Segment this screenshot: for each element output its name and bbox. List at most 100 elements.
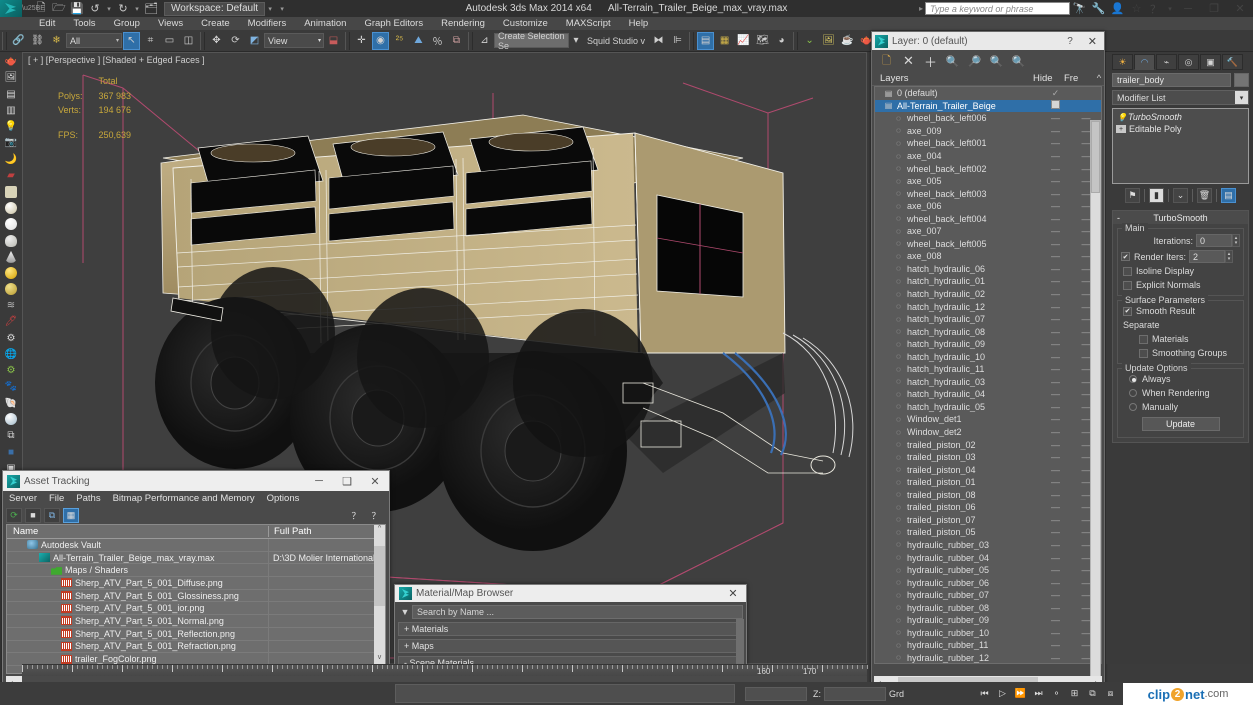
- layer-hide-cell[interactable]: —: [1040, 201, 1071, 211]
- layer-hide-cell[interactable]: —: [1040, 164, 1071, 174]
- layer-hide-cell[interactable]: —: [1040, 653, 1071, 663]
- asset-menu-server[interactable]: Server: [3, 493, 43, 504]
- tab-utilities[interactable]: 🔨: [1222, 54, 1243, 70]
- named-selection-set-combo[interactable]: Create Selection Se: [494, 31, 569, 51]
- manually-radio[interactable]: [1129, 403, 1137, 411]
- modifier-stack[interactable]: 💡 TurboSmooth + Editable Poly: [1112, 108, 1249, 184]
- save-file-icon[interactable]: 💾: [68, 1, 86, 16]
- modifier-stack-item-editable-poly[interactable]: + Editable Poly: [1113, 123, 1248, 135]
- layer-row[interactable]: ◌ Window_det1— —: [875, 413, 1101, 426]
- material-slot-5-icon[interactable]: [2, 249, 20, 264]
- highlight-selected-icon[interactable]: 🔍: [988, 53, 1005, 70]
- layer-hide-cell[interactable]: —: [1040, 176, 1071, 186]
- asset-row[interactable]: Sherp_ATV_Part_5_001_Glossiness.png: [7, 589, 385, 603]
- curve-editor-icon[interactable]: 📈: [735, 32, 752, 50]
- layer-hide-cell[interactable]: —: [1040, 603, 1071, 613]
- set-project-icon[interactable]: 🗂: [142, 1, 160, 16]
- isoline-display-checkbox[interactable]: [1123, 266, 1132, 276]
- select-and-move-icon[interactable]: ✥: [208, 32, 225, 50]
- layer-hide-cell[interactable]: —: [1040, 515, 1071, 525]
- mirror-icon[interactable]: ⧉: [448, 32, 465, 50]
- menu-item-rendering[interactable]: Rendering: [432, 17, 494, 30]
- always-radio[interactable]: [1129, 375, 1137, 383]
- subscription-icon[interactable]: 👤: [1108, 0, 1127, 17]
- layer-hide-cell[interactable]: —: [1040, 251, 1071, 261]
- help-question-icon[interactable]: ？: [348, 508, 364, 523]
- asset-grid-vscrollbar[interactable]: ^ v: [374, 525, 385, 673]
- modifier-list-combo[interactable]: Modifier List ▾: [1112, 90, 1249, 105]
- asset-grid-vscroll-thumb[interactable]: [374, 546, 385, 606]
- app-logo-icon[interactable]: [0, 0, 22, 17]
- layer-hide-cell[interactable]: —: [1040, 578, 1071, 588]
- chevron-down-icon-modifier[interactable]: ▾: [1235, 91, 1248, 104]
- layer-row[interactable]: ◌ axe_007— —: [875, 225, 1101, 238]
- layer-row[interactable]: ◌ hydraulic_rubber_08— —: [875, 601, 1101, 614]
- make-unique-icon[interactable]: ⌄: [1173, 187, 1188, 203]
- layer-hide-cell[interactable]: —: [1040, 377, 1071, 387]
- key-mode-icon[interactable]: ⚬: [1049, 686, 1064, 701]
- wire-material-icon[interactable]: ≋: [2, 298, 20, 313]
- workspace-more-icon[interactable]: ▾: [275, 5, 289, 13]
- green-gear-icon[interactable]: ⚙: [2, 363, 20, 378]
- show-end-result-icon[interactable]: ▮: [1149, 187, 1164, 203]
- layer-hide-cell[interactable]: —: [1040, 628, 1071, 638]
- menu-item-views[interactable]: Views: [149, 17, 192, 30]
- teapot-icon[interactable]: 🫖: [2, 54, 20, 69]
- rectangular-selection-region-icon[interactable]: ▭: [161, 32, 178, 50]
- layer-row[interactable]: ◌ hatch_hydraulic_02— —: [875, 288, 1101, 301]
- layer-row[interactable]: ◌ trailed_piston_08— —: [875, 489, 1101, 502]
- bind-to-space-warp-icon[interactable]: ❄: [48, 32, 65, 50]
- layer-row[interactable]: ◌ wheel_back_left002— —: [875, 162, 1101, 175]
- layer-hide-cell[interactable]: —: [1040, 302, 1071, 312]
- asset-scroll-up-icon[interactable]: ^: [374, 525, 385, 532]
- use-pivot-point-center-icon[interactable]: ⬓: [325, 32, 342, 50]
- material-search-input[interactable]: Search by Name ...: [412, 604, 743, 619]
- layer-hide-cell[interactable]: —: [1040, 226, 1071, 236]
- lightbulb-icon[interactable]: 💡: [1116, 113, 1128, 122]
- asset-row[interactable]: Sherp_ATV_Part_5_001_Diffuse.png: [7, 577, 385, 590]
- layer-hide-cell[interactable]: —: [1040, 402, 1071, 412]
- layer-hide-cell[interactable]: —: [1040, 414, 1071, 424]
- layer-row[interactable]: ◌ axe_009— —: [875, 125, 1101, 138]
- materials-row[interactable]: Materials: [1121, 333, 1240, 345]
- materials-checkbox[interactable]: [1139, 334, 1148, 344]
- smoothing-groups-checkbox[interactable]: [1139, 348, 1148, 358]
- select-highlighted-icon[interactable]: 🔎: [966, 53, 983, 70]
- tab-create[interactable]: ☀: [1112, 54, 1133, 70]
- select-by-name-icon[interactable]: ⌗: [142, 32, 159, 50]
- asset-row[interactable]: Sherp_ATV_Part_5_001_ior.png: [7, 602, 385, 616]
- asset-menu-file[interactable]: File: [43, 493, 70, 504]
- section-materials[interactable]: + Materials: [398, 622, 743, 636]
- blue-square-icon[interactable]: ■: [2, 444, 20, 459]
- go-to-end-icon[interactable]: ⏭: [1031, 686, 1046, 701]
- close-button[interactable]: ✕: [1227, 0, 1253, 17]
- layer-row[interactable]: ◌ hydraulic_rubber_04— —: [875, 551, 1101, 564]
- refresh-icon[interactable]: ⟳: [6, 507, 22, 523]
- isoline-display-row[interactable]: Isoline Display: [1121, 265, 1240, 277]
- asset-menu-paths[interactable]: Paths: [70, 493, 106, 504]
- toolbar-grip[interactable]: [2, 31, 7, 50]
- layer-row[interactable]: ◌ axe_005— —: [875, 175, 1101, 188]
- layer-row[interactable]: ◌ wheel_back_left006— —: [875, 112, 1101, 125]
- layer-row[interactable]: ◌ wheel_back_left003— —: [875, 187, 1101, 200]
- x-coordinate-field[interactable]: [745, 686, 807, 701]
- layer-hide-checkbox[interactable]: [1051, 100, 1060, 110]
- layer-panel-close-button[interactable]: ✕: [1081, 35, 1104, 48]
- viewport-layout-icon[interactable]: ⧈: [1103, 686, 1118, 701]
- layer-row[interactable]: ◌ hatch_hydraulic_03— —: [875, 376, 1101, 389]
- material-slot-1-icon[interactable]: [2, 184, 20, 199]
- explicit-normals-row[interactable]: Explicit Normals: [1121, 279, 1240, 291]
- delete-layer-icon[interactable]: ✕: [900, 53, 917, 70]
- layer-row[interactable]: ◌ hatch_hydraulic_06— —: [875, 263, 1101, 276]
- material-browser-vscrollbar[interactable]: [736, 619, 744, 667]
- asset-row[interactable]: Autodesk Vault: [7, 539, 385, 552]
- layer-hide-cell[interactable]: —: [1040, 276, 1071, 286]
- configure-modifier-sets-icon[interactable]: ▤: [1221, 187, 1236, 203]
- iterations-input[interactable]: 0: [1196, 234, 1232, 247]
- remove-modifier-icon[interactable]: 🗑: [1197, 187, 1212, 203]
- copy-material-icon[interactable]: ⧉: [2, 428, 20, 443]
- menu-item-create[interactable]: Create: [192, 17, 239, 30]
- modifier-stack-item-turbosmooth[interactable]: 💡 TurboSmooth: [1113, 111, 1248, 123]
- material-editor-icon[interactable]: ◕: [773, 32, 790, 50]
- layer-row[interactable]: ◌ Window_det2— —: [875, 426, 1101, 439]
